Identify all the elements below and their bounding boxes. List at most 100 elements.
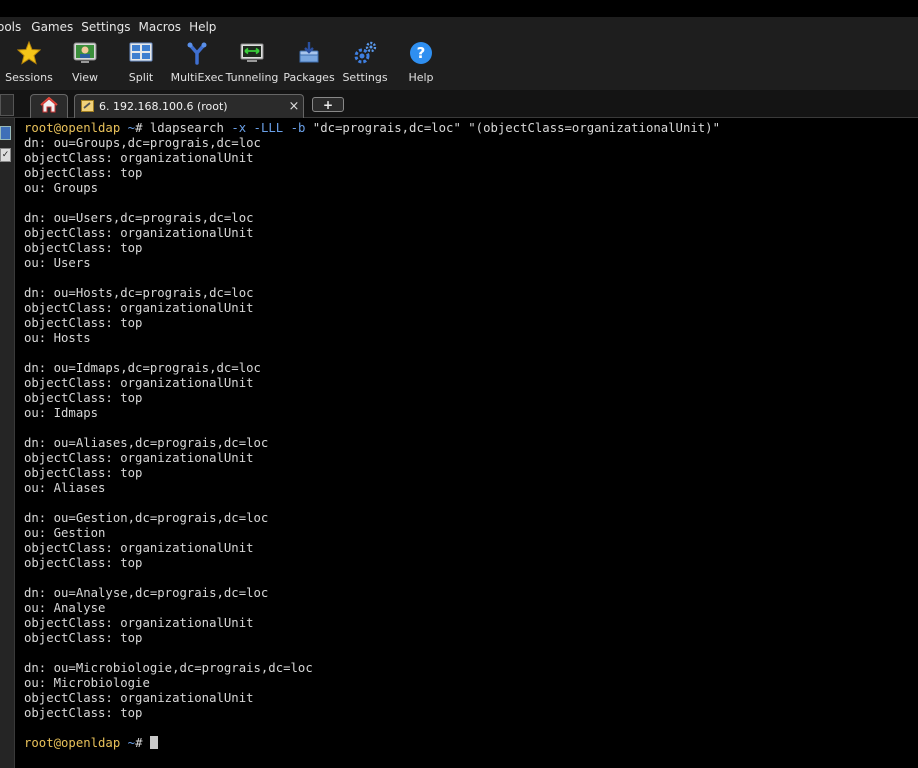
output-line: dn: ou=Users,dc=prograis,dc=loc <box>24 211 254 225</box>
settings-icon <box>352 40 378 66</box>
left-sidebar <box>0 118 15 768</box>
command-option: -b <box>290 121 306 135</box>
output-line: objectClass: organizationalUnit <box>24 616 254 630</box>
output-line: ou: Gestion <box>24 526 106 540</box>
command-name: ldapsearch <box>149 121 224 135</box>
output-line: objectClass: organizationalUnit <box>24 541 254 555</box>
star-icon <box>16 40 42 66</box>
help-label: Help <box>408 71 434 84</box>
output-line: dn: ou=Gestion,dc=prograis,dc=loc <box>24 511 269 525</box>
output-line: objectClass: organizationalUnit <box>24 226 254 240</box>
command-line: root@openldap ~# ldapsearch -x -LLL -b "… <box>24 121 918 136</box>
view-button[interactable]: View <box>70 37 100 90</box>
output-line: ou: Groups <box>24 181 99 195</box>
output-line: objectClass: top <box>24 241 143 255</box>
tab-home[interactable] <box>30 94 68 118</box>
output-line: dn: ou=Hosts,dc=prograis,dc=loc <box>24 286 254 300</box>
help-button[interactable]: ? Help <box>406 37 436 90</box>
prompt-path: ~ <box>127 736 136 750</box>
command-args: "dc=prograis,dc=loc" "(objectClass=organ… <box>312 121 720 135</box>
menu-games[interactable]: Games <box>31 20 81 34</box>
output-line: ou: Aliases <box>24 481 106 495</box>
home-icon <box>40 96 58 117</box>
sidebar-sessions-icon[interactable] <box>0 126 11 140</box>
prompt-symbol: # <box>135 121 143 135</box>
window-top-strip <box>0 0 918 17</box>
output-line: objectClass: organizationalUnit <box>24 151 254 165</box>
view-icon <box>72 40 98 66</box>
sidebar-check-icon[interactable]: ✓ <box>0 148 11 162</box>
terminal-session-icon <box>81 97 94 116</box>
output-line: dn: ou=Aliases,dc=prograis,dc=loc <box>24 436 269 450</box>
multiexec-button[interactable]: MultiExec <box>170 37 224 90</box>
settings-label: Settings <box>342 71 388 84</box>
menu-tools[interactable]: ools <box>0 20 31 34</box>
output-line: objectClass: organizationalUnit <box>24 691 254 705</box>
plus-icon: + <box>322 97 334 112</box>
split-label: Split <box>128 71 154 84</box>
output-line: objectClass: top <box>24 466 143 480</box>
tunneling-label: Tunneling <box>225 71 279 84</box>
output-line: objectClass: top <box>24 556 143 570</box>
menu-settings[interactable]: Settings <box>81 20 138 34</box>
command-option: -LLL <box>253 121 284 135</box>
close-tab-icon[interactable]: × <box>285 99 303 114</box>
output-line: objectClass: organizationalUnit <box>24 451 254 465</box>
tunneling-icon <box>239 40 265 66</box>
multiexec-icon <box>184 40 210 66</box>
svg-text:?: ? <box>417 44 426 62</box>
prompt-path: ~ <box>127 121 136 135</box>
toolbar: Sessions View Split MultiExec Tunneling … <box>0 37 918 90</box>
output-line: ou: Microbiologie <box>24 676 150 690</box>
output-line: objectClass: organizationalUnit <box>24 376 254 390</box>
prompt-user: root@openldap <box>24 121 121 135</box>
output-line: objectClass: top <box>24 316 143 330</box>
split-button[interactable]: Split <box>126 37 156 90</box>
output-line: objectClass: top <box>24 631 143 645</box>
output-line: dn: ou=Analyse,dc=prograis,dc=loc <box>24 586 269 600</box>
output-line: ou: Users <box>24 256 91 270</box>
terminal-output[interactable]: root@openldap ~# ldapsearch -x -LLL -b "… <box>17 118 918 768</box>
output-line: dn: ou=Microbiologie,dc=prograis,dc=loc <box>24 661 313 675</box>
output-line: ou: Analyse <box>24 601 106 615</box>
current-prompt: root@openldap ~# <box>24 736 918 751</box>
multiexec-label: MultiExec <box>170 71 224 84</box>
menu-help[interactable]: Help <box>189 20 224 34</box>
output-line: objectClass: top <box>24 706 143 720</box>
view-label: View <box>71 71 99 84</box>
settings-button[interactable]: Settings <box>342 37 388 90</box>
sessions-button[interactable]: Sessions <box>5 37 53 90</box>
output-line: ou: Hosts <box>24 331 91 345</box>
tab-session[interactable]: 6. 192.168.100.6 (root) × <box>74 94 304 118</box>
prompt-user: root@openldap <box>24 736 121 750</box>
new-tab-button[interactable]: + <box>312 97 344 112</box>
sessions-label: Sessions <box>5 71 53 84</box>
output-line: objectClass: organizationalUnit <box>24 301 254 315</box>
tab-session-title: 6. 192.168.100.6 (root) <box>99 100 228 113</box>
packages-icon <box>296 40 322 66</box>
ldap-output: dn: ou=Groups,dc=prograis,dc=loc objectCl… <box>24 136 918 736</box>
sidebar-toggle[interactable] <box>0 94 14 116</box>
output-line: objectClass: top <box>24 391 143 405</box>
output-line: dn: ou=Groups,dc=prograis,dc=loc <box>24 136 261 150</box>
menu-bar: ools Games Settings Macros Help <box>0 17 918 37</box>
prompt-symbol: # <box>135 736 143 750</box>
output-line: objectClass: top <box>24 166 143 180</box>
tunneling-button[interactable]: Tunneling <box>225 37 279 90</box>
terminal-cursor <box>149 736 158 749</box>
packages-label: Packages <box>283 71 335 84</box>
command-option: -x <box>231 121 247 135</box>
output-line: ou: Idmaps <box>24 406 99 420</box>
menu-macros[interactable]: Macros <box>138 20 189 34</box>
packages-button[interactable]: Packages <box>283 37 335 90</box>
help-icon: ? <box>408 40 434 66</box>
output-line: dn: ou=Idmaps,dc=prograis,dc=loc <box>24 361 261 375</box>
